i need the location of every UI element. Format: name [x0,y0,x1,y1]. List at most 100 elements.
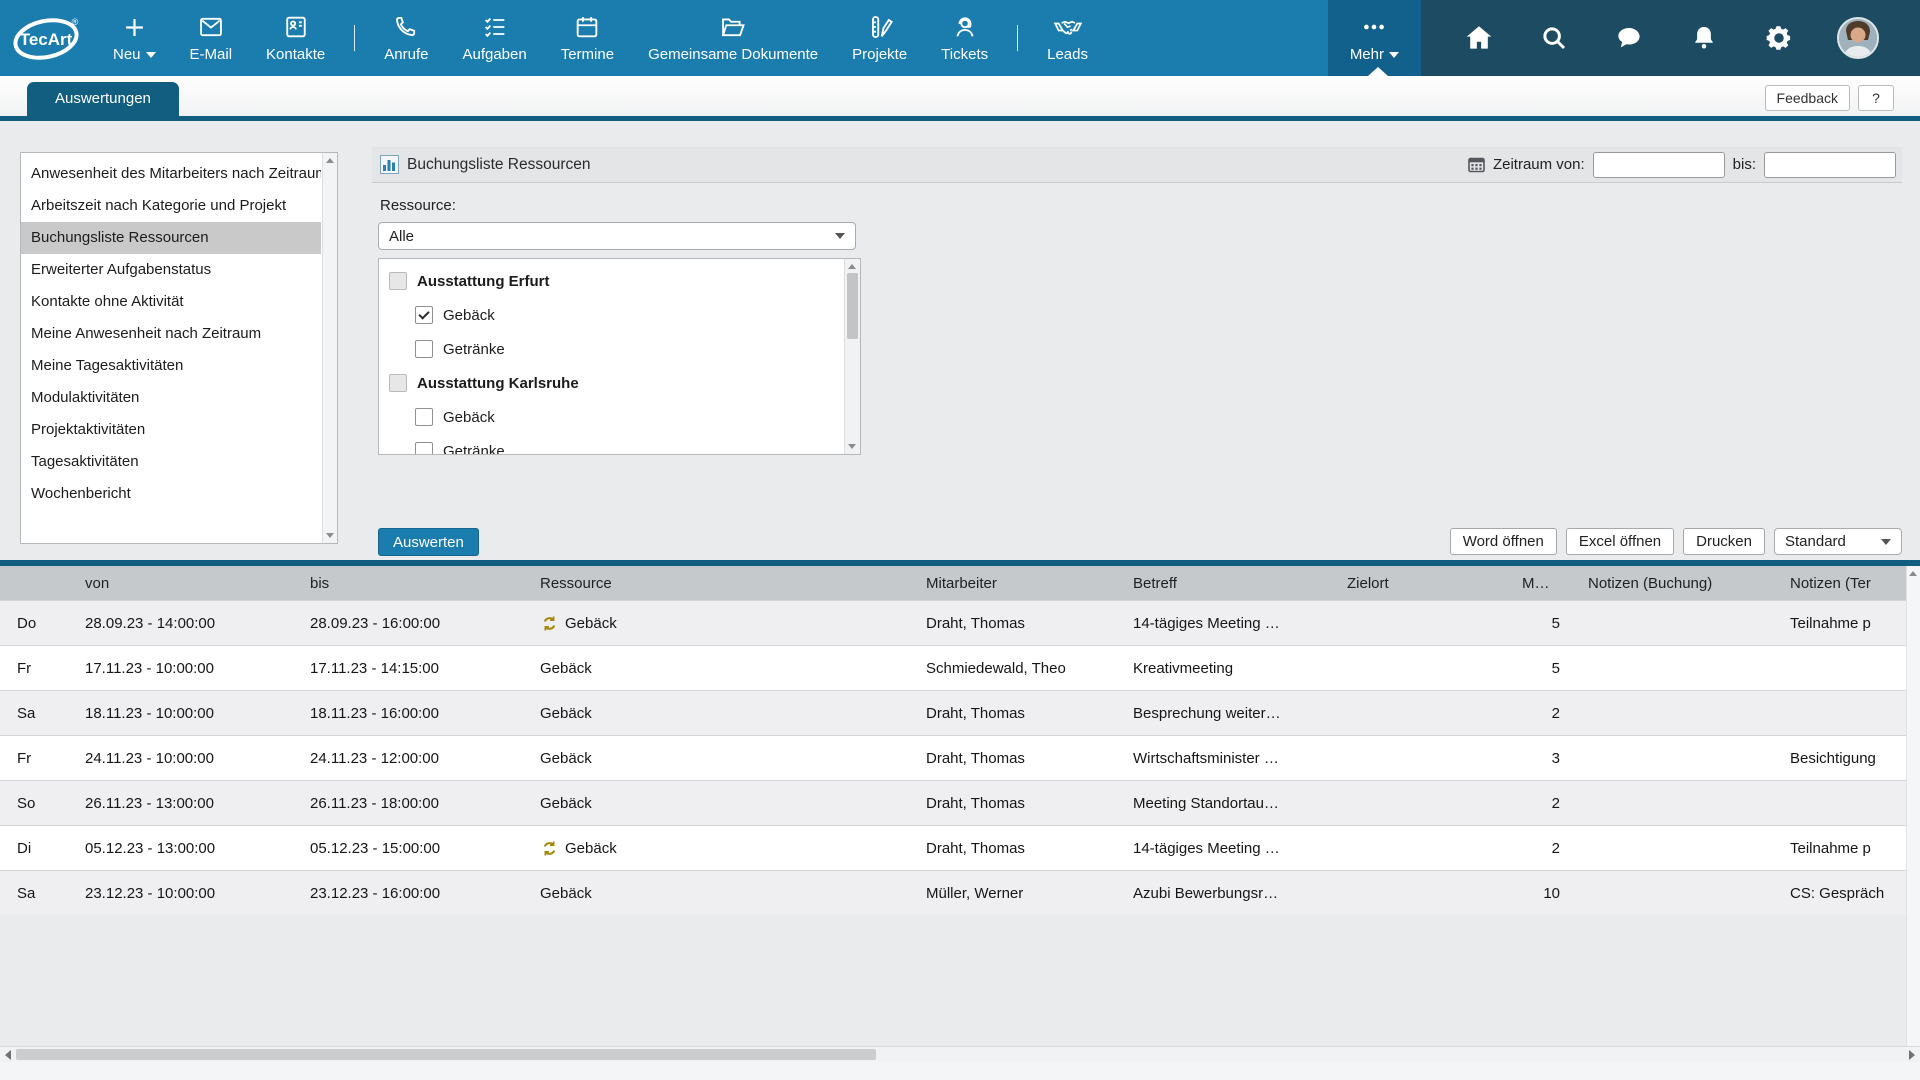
gear-icon[interactable] [1762,21,1796,55]
item-checkbox[interactable] [415,442,433,455]
table-row[interactable]: So 26.11.23 - 13:00:00 26.11.23 - 18:00:… [0,780,1906,825]
cell-bis: 18.11.23 - 16:00:00 [310,705,540,722]
report-item-wochenbericht[interactable]: Wochenbericht [21,478,321,510]
nav-item-gemeinsame-dokumente[interactable]: Gemeinsame Dokumente [631,0,835,76]
cell-menge: 2 [1522,840,1588,857]
scrollbar-thumb[interactable] [847,273,858,339]
item-checkbox[interactable] [415,408,433,426]
table-row[interactable]: Sa 23.12.23 - 10:00:00 23.12.23 - 16:00:… [0,870,1906,915]
cell-betreff: Azubi Bewerbungsr… [1133,885,1347,902]
cell-ressource: Gebäck [540,839,926,858]
ressource-select[interactable]: Alle [378,222,856,250]
support-agent-icon [951,13,979,41]
nav-item-projekte[interactable]: Projekte [835,0,924,76]
table-row[interactable]: Do 28.09.23 - 14:00:00 28.09.23 - 16:00:… [0,600,1906,645]
zeitraum-bis-input[interactable] [1765,153,1896,177]
col-von[interactable]: von [85,575,310,592]
help-button[interactable]: ? [1858,85,1894,111]
item-label: Gebäck [443,409,495,426]
nav-item-termine[interactable]: Termine [544,0,631,76]
user-avatar[interactable] [1837,17,1879,59]
col-menge[interactable]: M… [1522,575,1588,592]
group-checkbox[interactable] [389,272,407,290]
table-row[interactable]: Di 05.12.23 - 13:00:00 05.12.23 - 15:00:… [0,825,1906,870]
scroll-up-icon[interactable] [326,158,334,163]
report-list: Anwesenheit des Mitarbeiters nach Zeitra… [20,152,338,544]
nav-item-label: Aufgaben [462,46,526,63]
report-item-anwesenheit-mitarbeiter[interactable]: Anwesenheit des Mitarbeiters nach Zeitra… [21,158,321,190]
col-mitarbeiter[interactable]: Mitarbeiter [926,575,1133,592]
nav-item-tickets[interactable]: Tickets [924,0,1005,76]
nav-item-leads[interactable]: Leads [1030,0,1105,76]
nav-item-mehr[interactable]: Mehr [1328,0,1421,76]
tab-auswertungen[interactable]: Auswertungen [27,82,179,116]
scroll-up-icon[interactable] [848,264,856,269]
checkbox-list-scrollbar[interactable] [844,259,860,454]
col-betreff[interactable]: Betreff [1133,575,1347,592]
checkbox-group-row[interactable]: Ausstattung Karlsruhe [389,371,844,395]
report-item-modulaktivitaeten[interactable]: Modulaktivitäten [21,382,321,414]
excel-open-button[interactable]: Excel öffnen [1566,528,1674,555]
cell-von: 26.11.23 - 13:00:00 [85,795,310,812]
col-zielort[interactable]: Zielort [1347,575,1522,592]
tecart-logo[interactable]: TecArt ® [0,0,96,76]
table-row[interactable]: Sa 18.11.23 - 10:00:00 18.11.23 - 16:00:… [0,690,1906,735]
cell-notizen-termin: Teilnahme p [1790,840,1906,857]
report-item-kontakte-ohne-aktivitaet[interactable]: Kontakte ohne Aktivität [21,286,321,318]
checkbox-item-row[interactable]: Gebäck [415,405,844,429]
report-item-meine-anwesenheit[interactable]: Meine Anwesenheit nach Zeitraum [21,318,321,350]
scrollbar-thumb[interactable] [16,1049,876,1060]
scroll-left-icon[interactable] [5,1050,11,1060]
cell-menge: 2 [1522,705,1588,722]
cell-ressource-text: Gebäck [540,660,592,677]
plus-icon [121,13,148,41]
nav-item-neu[interactable]: Neu [96,0,173,76]
checkbox-group-row[interactable]: Ausstattung Erfurt [389,269,844,293]
print-button[interactable]: Drucken [1683,528,1765,555]
nav-item-email[interactable]: E-Mail [173,0,250,76]
col-bis[interactable]: bis [310,575,540,592]
nav-item-kontakte[interactable]: Kontakte [249,0,342,76]
nav-item-anrufe[interactable]: Anrufe [367,0,445,76]
nav-item-aufgaben[interactable]: Aufgaben [445,0,543,76]
col-notizen-buchung[interactable]: Notizen (Buchung) [1588,575,1790,592]
report-list-scrollbar[interactable] [322,153,337,543]
word-open-button[interactable]: Word öffnen [1450,528,1557,555]
report-item-arbeitszeit[interactable]: Arbeitszeit nach Kategorie und Projekt [21,190,321,222]
scroll-up-icon[interactable] [1909,571,1917,576]
report-item-erweiterter-aufgabenstatus[interactable]: Erweiterter Aufgabenstatus [21,254,321,286]
checkbox-item-row[interactable]: Getränke [415,337,844,361]
table-vertical-scrollbar[interactable] [1906,566,1920,1063]
home-icon[interactable] [1462,21,1496,55]
zeitraum-von-input[interactable] [1594,153,1725,177]
report-item-buchungsliste-ressourcen[interactable]: Buchungsliste Ressourcen [21,222,321,254]
panel-title: Buchungsliste Ressourcen [407,156,591,174]
bell-icon[interactable] [1687,21,1721,55]
auswerten-button[interactable]: Auswerten [378,528,479,556]
scroll-down-icon[interactable] [848,444,856,449]
cell-mitarbeiter: Schmiedewald, Theo [926,660,1133,677]
cell-day: Sa [0,885,85,902]
report-item-meine-tagesaktivitaeten[interactable]: Meine Tagesaktivitäten [21,350,321,382]
table-row[interactable]: Fr 17.11.23 - 10:00:00 17.11.23 - 14:15:… [0,645,1906,690]
horizontal-scrollbar[interactable] [0,1046,1920,1062]
calendar-filter-icon [1468,156,1485,173]
checkbox-item-row[interactable]: Getränke [415,439,844,455]
template-select[interactable]: Standard [1774,528,1902,555]
checkbox-item-row[interactable]: Gebäck [415,303,844,327]
report-item-tagesaktivitaeten[interactable]: Tagesaktivitäten [21,446,321,478]
tab-bar-underline [0,116,1920,121]
item-checkbox[interactable] [415,340,433,358]
search-icon[interactable] [1537,21,1571,55]
scroll-down-icon[interactable] [326,533,334,538]
chat-icon[interactable] [1612,21,1646,55]
col-notizen-termin[interactable]: Notizen (Ter [1790,575,1906,592]
cell-ressource: Gebäck [540,885,926,902]
item-checkbox-checked[interactable] [415,306,433,324]
table-row[interactable]: Fr 24.11.23 - 10:00:00 24.11.23 - 12:00:… [0,735,1906,780]
feedback-button[interactable]: Feedback [1765,85,1850,111]
report-item-projektaktivitaeten[interactable]: Projektaktivitäten [21,414,321,446]
col-ressource[interactable]: Ressource [540,575,926,592]
group-checkbox[interactable] [389,374,407,392]
scroll-right-icon[interactable] [1909,1050,1915,1060]
